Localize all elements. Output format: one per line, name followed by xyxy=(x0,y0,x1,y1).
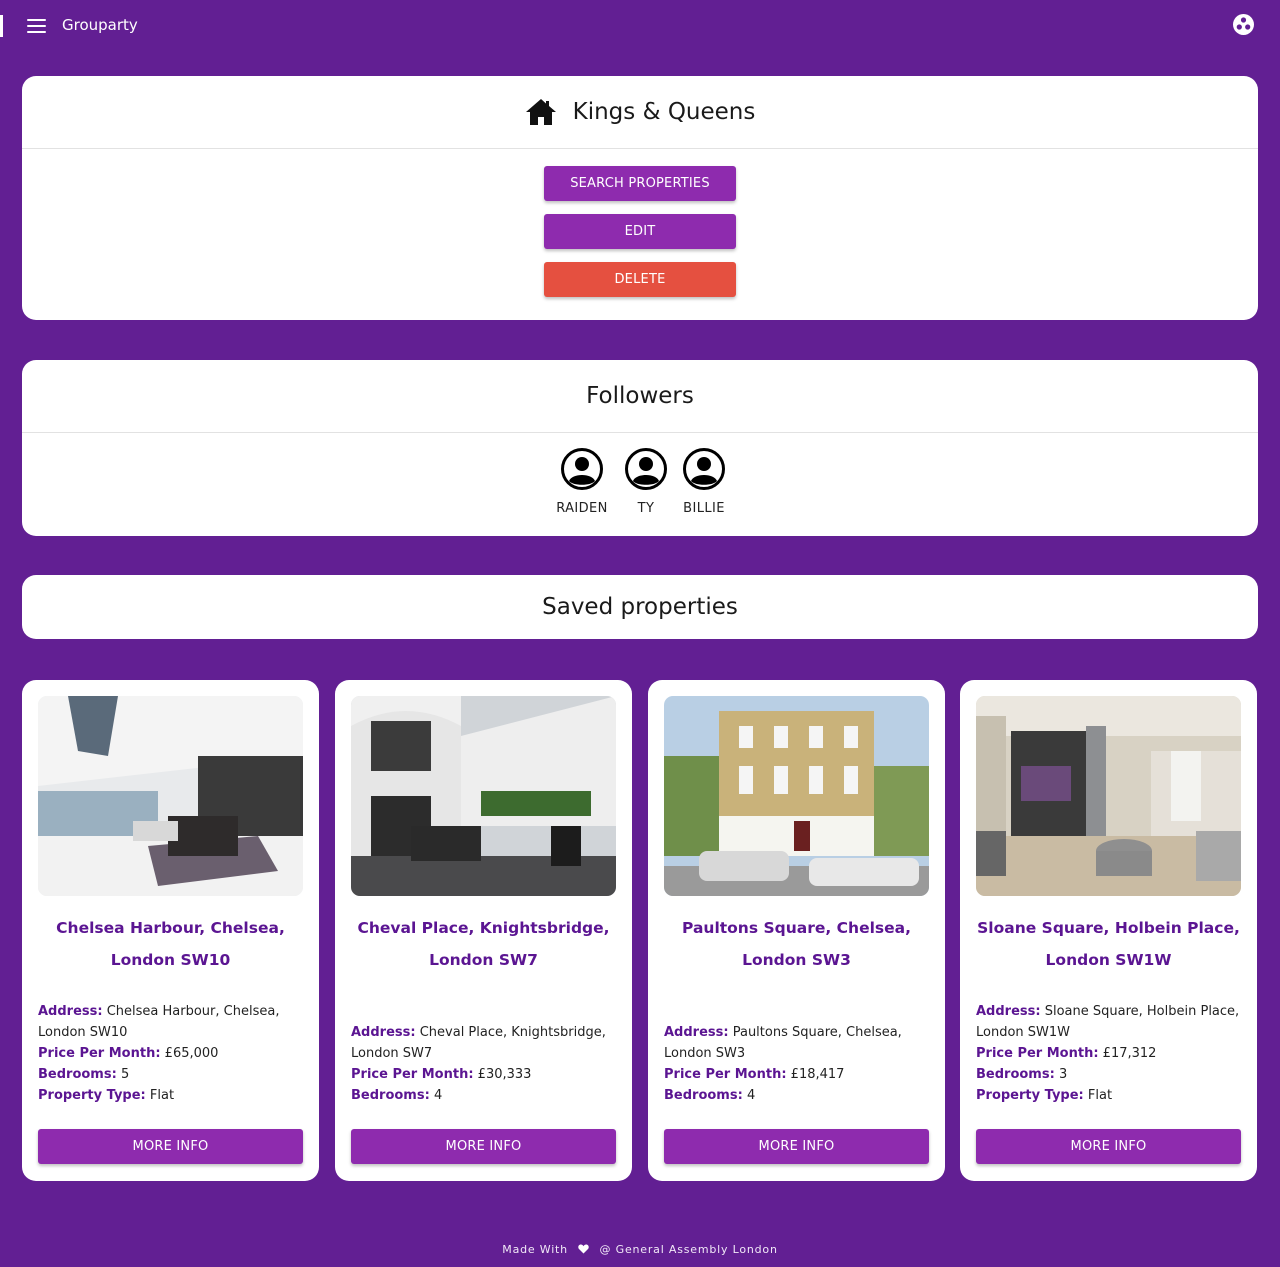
footer-made-with: Made With xyxy=(502,1243,568,1256)
home-icon xyxy=(525,99,556,125)
property-title[interactable]: Cheval Place, Knightsbridge, London SW7 xyxy=(351,912,616,976)
followers-panel: Followers RAIDEN TY BILLIE xyxy=(22,360,1258,536)
property-card-cheval-place: Cheval Place, Knightsbridge, London SW7 … xyxy=(335,680,632,1181)
saved-properties-title: Saved properties xyxy=(542,594,738,620)
user-avatar-icon xyxy=(625,448,667,490)
property-card-paultons-square: Paultons Square, Chelsea, London SW3 Add… xyxy=(648,680,945,1181)
edit-button[interactable]: EDIT xyxy=(544,214,736,249)
property-card-sloane-square: Sloane Square, Holbein Place, London SW1… xyxy=(960,680,1257,1181)
follower-ty[interactable]: TY xyxy=(622,448,670,516)
property-details: Address: Sloane Square, Holbein Place, L… xyxy=(976,1004,1240,1103)
more-info-button[interactable]: MORE INFO xyxy=(38,1129,303,1164)
property-card-chelsea-harbour: Chelsea Harbour, Chelsea, London SW10 Ad… xyxy=(22,680,319,1181)
property-title[interactable]: Paultons Square, Chelsea, London SW3 xyxy=(664,912,929,976)
search-properties-button[interactable]: SEARCH PROPERTIES xyxy=(544,166,736,201)
user-avatar-icon xyxy=(561,448,603,490)
followers-header: Followers xyxy=(22,360,1258,433)
follower-name: RAIDEN xyxy=(556,501,608,516)
property-image[interactable] xyxy=(976,696,1241,896)
group-panel: Kings & Queens SEARCH PROPERTIES EDIT DE… xyxy=(22,76,1258,320)
heart-icon xyxy=(578,1244,589,1254)
property-details: Address: Cheval Place, Knightsbridge, Lo… xyxy=(351,1025,606,1103)
hamburger-icon[interactable] xyxy=(27,19,46,33)
top-navbar: Grouparty xyxy=(0,0,1280,52)
group-header: Kings & Queens xyxy=(22,76,1258,149)
saved-properties-panel: Saved properties xyxy=(22,575,1258,639)
property-title[interactable]: Sloane Square, Holbein Place, London SW1… xyxy=(976,912,1241,976)
account-dots-icon[interactable] xyxy=(1233,14,1254,35)
property-image[interactable] xyxy=(664,696,929,896)
property-details: Address: Paultons Square, Chelsea, Londo… xyxy=(664,1025,902,1103)
follower-raiden[interactable]: RAIDEN xyxy=(552,448,612,516)
property-title[interactable]: Chelsea Harbour, Chelsea, London SW10 xyxy=(38,912,303,976)
group-title: Kings & Queens xyxy=(572,99,756,125)
followers-title: Followers xyxy=(586,383,694,409)
footer: Made With @ General Assembly London xyxy=(0,1243,1280,1256)
footer-credit: @ General Assembly London xyxy=(599,1243,778,1256)
more-info-button[interactable]: MORE INFO xyxy=(351,1129,616,1164)
property-details: Address: Chelsea Harbour, Chelsea, Londo… xyxy=(38,1004,280,1103)
group-actions: SEARCH PROPERTIES EDIT DELETE xyxy=(544,166,736,310)
more-info-button[interactable]: MORE INFO xyxy=(664,1129,929,1164)
user-avatar-icon xyxy=(683,448,725,490)
follower-billie[interactable]: BILLIE xyxy=(676,448,732,516)
followers-list: RAIDEN TY BILLIE xyxy=(22,448,1258,528)
follower-name: TY xyxy=(637,501,655,516)
property-image[interactable] xyxy=(351,696,616,896)
delete-button[interactable]: DELETE xyxy=(544,262,736,297)
more-info-button[interactable]: MORE INFO xyxy=(976,1129,1241,1164)
saved-properties-header: Saved properties xyxy=(22,575,1258,639)
nav-edge-indicator xyxy=(0,15,3,37)
property-image[interactable] xyxy=(38,696,303,896)
app-title[interactable]: Grouparty xyxy=(62,16,138,34)
follower-name: BILLIE xyxy=(683,501,725,516)
